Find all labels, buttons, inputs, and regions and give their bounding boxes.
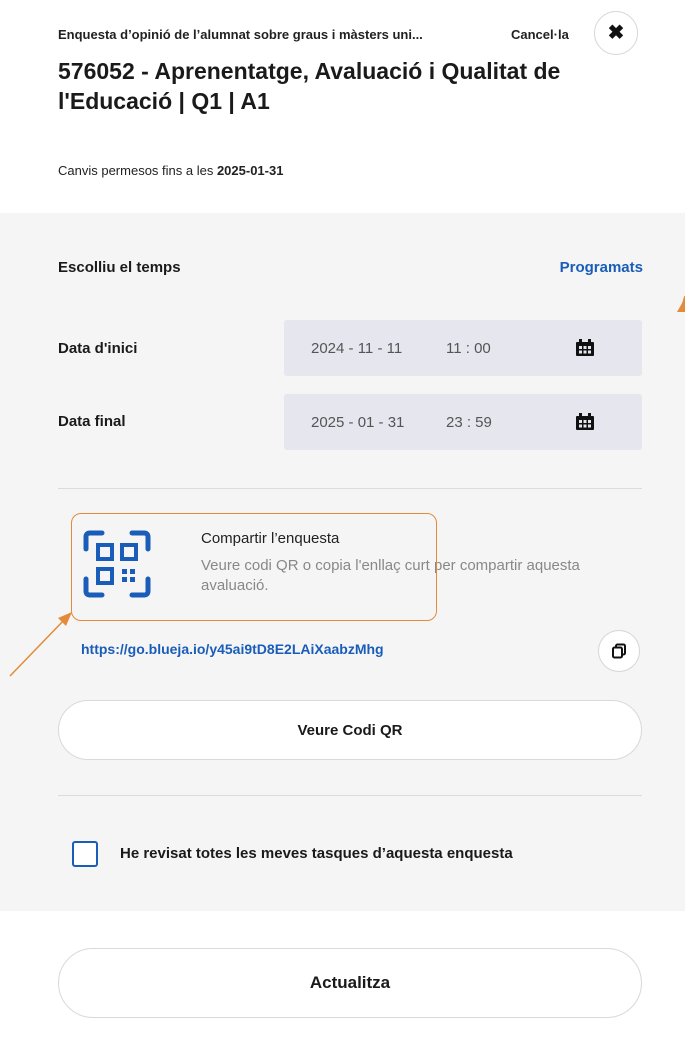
copy-icon — [612, 643, 626, 659]
calendar-icon[interactable] — [575, 339, 595, 357]
calendar-icon[interactable] — [575, 413, 595, 431]
end-time-value: 23 : 59 — [446, 413, 492, 431]
start-time-value: 11 : 00 — [446, 339, 491, 357]
view-qr-code-button[interactable]: Veure Codi QR — [58, 700, 642, 760]
changes-allowed-prefix: Canvis permesos fins a les — [58, 163, 217, 178]
update-button[interactable]: Actualitza — [58, 948, 642, 1018]
end-date-value: 2025 - 01 - 31 — [311, 413, 405, 431]
copy-link-button[interactable] — [598, 630, 640, 672]
start-date-value: 2024 - 11 - 11 — [311, 339, 403, 357]
review-confirmation-checkbox[interactable] — [72, 841, 98, 867]
changes-allowed-date: 2025-01-31 — [216, 163, 284, 178]
review-confirmation-label[interactable]: He revisat totes les meves tasques d’aqu… — [120, 845, 513, 862]
schedule-heading: Escolliu el temps — [58, 259, 181, 276]
section-divider — [58, 795, 642, 796]
start-date-label: Data d'inici — [58, 340, 138, 357]
highlight-box — [71, 513, 437, 621]
page-title: 576052 - Aprenentatge, Avaluació i Quali… — [58, 58, 561, 114]
end-datetime-field[interactable]: 2025 - 01 - 31 23 : 59 — [284, 394, 642, 450]
end-date-label: Data final — [58, 413, 126, 430]
close-button[interactable]: ✖ — [594, 11, 638, 55]
cancel-link[interactable]: Cancel·la — [511, 27, 569, 42]
survey-subtitle: Enquesta d’opinió de l’alumnat sobre gra… — [58, 27, 423, 42]
close-icon: ✖ — [607, 22, 625, 44]
short-link[interactable]: https://go.blueja.io/y45ai9tD8E2LAiXaabz… — [81, 641, 384, 657]
scheduled-link[interactable]: Programats — [560, 259, 643, 276]
changes-allowed-note: Canvis permesos fins a les 2025-01-31 — [58, 163, 283, 178]
start-datetime-field[interactable]: 2024 - 11 - 11 11 : 00 — [284, 320, 642, 376]
section-divider — [58, 488, 642, 489]
